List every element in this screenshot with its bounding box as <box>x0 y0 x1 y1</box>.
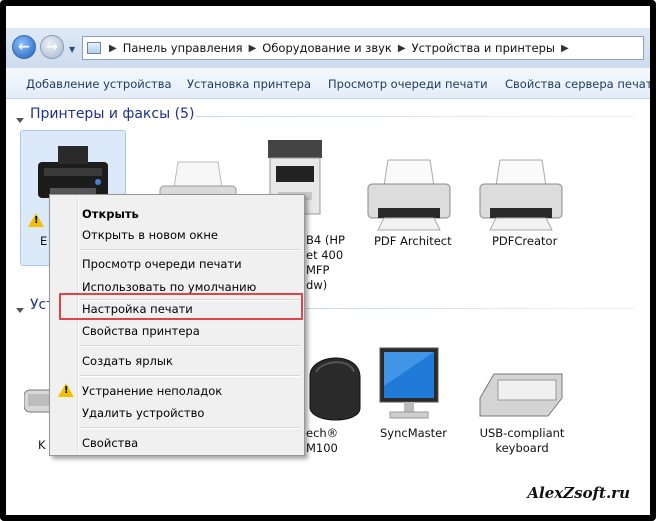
device-label: dw) <box>306 278 328 292</box>
breadcrumb-control-panel[interactable]: Панель управления <box>123 41 243 55</box>
menu-item-remove-device[interactable]: Удалить устройство <box>82 406 204 420</box>
command-bar: Добавление устройства Установка принтера… <box>6 68 650 99</box>
menu-separator <box>80 427 300 429</box>
device-label: PDF Architect <box>374 234 452 248</box>
view-print-queue-button[interactable]: Просмотр очереди печати <box>328 77 488 91</box>
chevron-right-icon[interactable]: ▶ <box>109 43 117 54</box>
history-dropdown-icon[interactable]: ▼ <box>69 45 75 54</box>
arrow-left-icon: ← <box>18 39 30 55</box>
menu-item-create-shortcut[interactable]: Создать ярлык <box>82 354 173 368</box>
menu-item-open-new-window[interactable]: Открыть в новом окне <box>82 228 218 242</box>
address-bar-area: ← → ▼ ▶ Панель управления ▶ Оборудование… <box>6 28 650 69</box>
menu-item-set-default[interactable]: Использовать по умолчанию <box>82 280 256 294</box>
device-label: keyboard <box>495 441 549 455</box>
menu-separator <box>80 375 300 377</box>
print-server-properties-button[interactable]: Свойства сервера печати <box>505 77 650 91</box>
device-label: E <box>40 234 48 248</box>
context-menu: Открыть Открыть в новом окне Просмотр оч… <box>49 194 305 456</box>
control-panel-icon <box>87 42 101 54</box>
highlight-box <box>59 293 303 320</box>
device-label: MFP <box>306 263 330 277</box>
device-label: K <box>38 438 46 452</box>
menu-gutter <box>77 197 79 453</box>
install-printer-button[interactable]: Установка принтера <box>187 77 311 91</box>
arrow-right-icon: → <box>46 39 58 55</box>
forward-button[interactable]: → <box>40 35 64 59</box>
printer-icon[interactable] <box>364 156 454 234</box>
watermark: AlexZsoft.ru <box>527 484 630 502</box>
monitor-icon[interactable] <box>376 346 442 422</box>
warning-icon: ! <box>28 213 44 227</box>
chevron-right-icon[interactable]: ▶ <box>561 43 569 54</box>
collapse-arrow-icon[interactable] <box>16 118 24 123</box>
warning-icon: ! <box>58 383 74 397</box>
add-device-button[interactable]: Добавление устройства <box>26 77 172 91</box>
menu-item-view-queue[interactable]: Просмотр очереди печати <box>82 257 242 271</box>
device-label: USB-compliant <box>479 426 565 440</box>
menu-item-printer-properties[interactable]: Свойства принтера <box>82 324 200 338</box>
device-label: M100 <box>306 441 338 455</box>
group-divider <box>196 116 636 117</box>
window: ← → ▼ ▶ Панель управления ▶ Оборудование… <box>0 0 656 521</box>
back-button[interactable]: ← <box>12 35 36 59</box>
menu-item-open[interactable]: Открыть <box>82 207 139 221</box>
chevron-right-icon[interactable]: ▶ <box>398 43 406 54</box>
printer-icon[interactable] <box>476 156 566 234</box>
device-label: SyncMaster <box>380 426 447 440</box>
mouse-icon[interactable] <box>302 346 366 426</box>
breadcrumb-devices-printers[interactable]: Устройства и принтеры <box>412 41 555 55</box>
device-label: PDFCreator <box>492 234 558 248</box>
device-label: ech® <box>306 426 339 440</box>
menu-separator <box>80 249 300 251</box>
device-label: et 400 <box>306 248 344 262</box>
menu-item-properties[interactable]: Свойства <box>82 436 138 450</box>
menu-item-troubleshoot[interactable]: Устранение неполадок <box>82 384 222 398</box>
group-title-printers[interactable]: Принтеры и факсы (5) <box>30 106 194 122</box>
chevron-right-icon[interactable]: ▶ <box>249 43 257 54</box>
breadcrumb-hardware-sound[interactable]: Оборудование и звук <box>262 41 392 55</box>
group-divider <box>306 308 636 309</box>
device-label: B4 (HP <box>306 233 345 247</box>
collapse-arrow-icon[interactable] <box>16 308 24 313</box>
menu-separator <box>80 345 300 347</box>
keyboard-icon[interactable] <box>476 368 566 420</box>
breadcrumb[interactable]: ▶ Панель управления ▶ Оборудование и зву… <box>82 36 644 60</box>
